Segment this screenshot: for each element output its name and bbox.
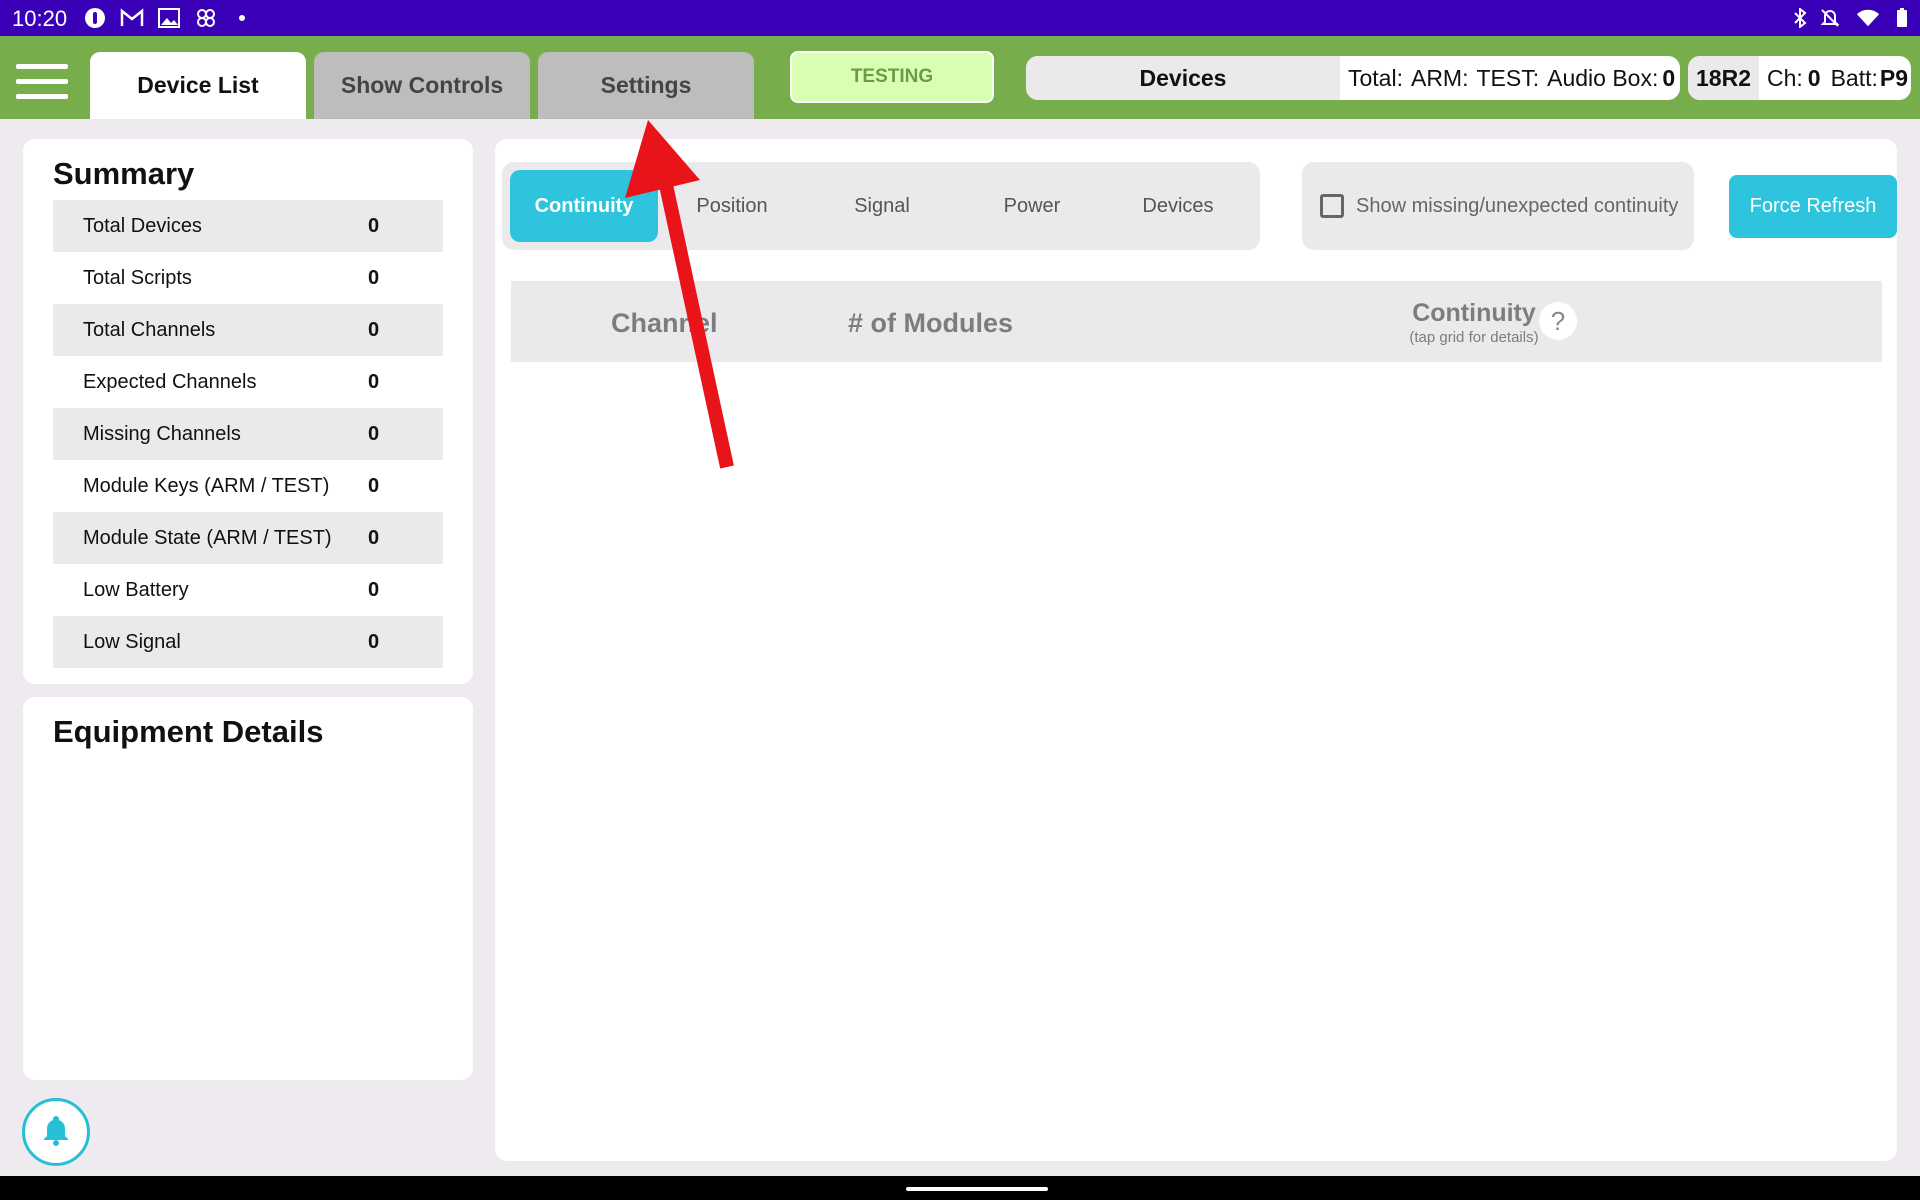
annotation-arrow xyxy=(625,120,734,469)
system-navigation-bar xyxy=(0,1176,1920,1200)
home-gesture-handle[interactable] xyxy=(906,1187,1048,1191)
